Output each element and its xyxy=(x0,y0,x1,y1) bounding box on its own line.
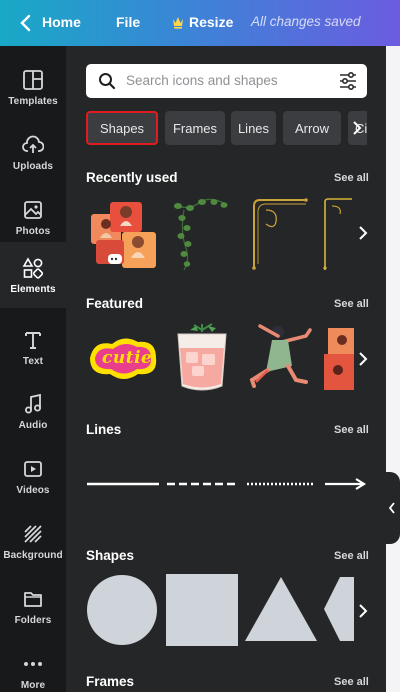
see-all-lines[interactable]: See all xyxy=(334,424,369,436)
section-title-lines: Lines xyxy=(86,422,122,437)
line-dashed[interactable] xyxy=(166,476,240,492)
rail-label: Photos xyxy=(15,226,51,237)
chevron-right-icon[interactable] xyxy=(356,223,370,243)
recent-corner-frame-gold[interactable] xyxy=(320,196,352,272)
shape-triangle[interactable] xyxy=(244,576,318,642)
rail-label: Folders xyxy=(14,615,52,626)
chevron-left-icon xyxy=(388,502,395,514)
category-chips: Shapes Frames Lines Arrow Circle xyxy=(86,110,367,148)
resize-button[interactable]: Resize xyxy=(189,14,233,30)
section-title-featured: Featured xyxy=(86,296,144,311)
featured-pink-cocktail[interactable] xyxy=(172,322,234,394)
collapse-panel-handle[interactable] xyxy=(384,472,400,544)
chip-frames[interactable]: Frames xyxy=(165,111,225,145)
filter-sliders-icon[interactable] xyxy=(338,72,358,90)
side-navigation-rail: Templates Uploads Photos Elements Text A… xyxy=(0,46,66,692)
chip-lines[interactable]: Lines xyxy=(231,111,276,145)
shape-square[interactable] xyxy=(166,574,238,646)
crown-icon xyxy=(173,17,183,29)
line-arrow[interactable] xyxy=(324,476,368,492)
more-dots-icon xyxy=(24,662,42,666)
shape-circle[interactable] xyxy=(86,574,158,646)
text-icon xyxy=(25,332,41,349)
folder-icon xyxy=(24,592,42,607)
rail-label: Elements xyxy=(10,284,56,295)
photo-icon xyxy=(24,201,42,219)
recent-ivy-vine[interactable] xyxy=(166,196,236,272)
cutie-sticker-text: cutie xyxy=(102,348,153,368)
section-title-recently-used: Recently used xyxy=(86,170,178,185)
see-all-featured[interactable]: See all xyxy=(334,298,369,310)
section-title-frames: Frames xyxy=(86,674,135,689)
canvas-edge xyxy=(386,46,400,692)
chevron-right-icon[interactable] xyxy=(350,118,364,138)
line-dotted[interactable] xyxy=(246,476,316,492)
see-all-shapes[interactable]: See all xyxy=(334,550,369,562)
rail-label: Audio xyxy=(18,420,48,431)
elements-icon xyxy=(22,257,44,279)
video-icon xyxy=(24,461,42,477)
rail-item-uploads[interactable]: Uploads xyxy=(0,119,66,183)
search-placeholder: Search icons and shapes xyxy=(126,73,278,88)
chevron-left-icon[interactable] xyxy=(18,13,34,33)
rail-item-text[interactable]: Text xyxy=(0,314,66,378)
search-input[interactable]: Search icons and shapes xyxy=(86,64,367,98)
rail-item-background[interactable]: Background xyxy=(0,508,66,572)
see-all-frames[interactable]: See all xyxy=(334,676,369,688)
recent-illustration-friends[interactable] xyxy=(88,196,160,272)
rail-item-folders[interactable]: Folders xyxy=(0,573,66,637)
shape-hexagon[interactable] xyxy=(324,576,354,642)
featured-dancing-woman[interactable] xyxy=(248,322,314,394)
featured-cutie-sticker[interactable]: cutie xyxy=(86,328,160,388)
rail-item-more[interactable]: More xyxy=(0,638,66,692)
elements-panel: Search icons and shapes Shapes Frames Li… xyxy=(66,46,386,692)
background-hatch-icon xyxy=(24,525,42,543)
top-bar: Home File Resize All changes saved xyxy=(0,0,400,46)
rail-label: Uploads xyxy=(12,161,54,172)
chevron-right-icon[interactable] xyxy=(356,349,370,369)
rail-label: More xyxy=(20,680,46,691)
chip-arrow[interactable]: Arrow xyxy=(283,111,341,145)
home-button[interactable]: Home xyxy=(42,14,81,30)
upload-cloud-icon xyxy=(22,135,44,153)
templates-icon xyxy=(23,70,43,90)
search-icon xyxy=(99,73,116,90)
chip-shapes[interactable]: Shapes xyxy=(86,111,158,145)
chevron-right-icon[interactable] xyxy=(356,601,370,621)
line-solid[interactable] xyxy=(86,476,160,492)
section-title-shapes: Shapes xyxy=(86,548,135,563)
rail-item-videos[interactable]: Videos xyxy=(0,443,66,507)
save-status-text: All changes saved xyxy=(251,14,361,29)
rail-label: Background xyxy=(3,550,63,561)
rail-item-elements[interactable]: Elements xyxy=(0,242,66,308)
rail-label: Templates xyxy=(8,96,58,107)
rail-item-audio[interactable]: Audio xyxy=(0,378,66,442)
recent-corner-ornament-gold[interactable] xyxy=(246,196,308,272)
rail-item-photos[interactable]: Photos xyxy=(0,184,66,248)
music-note-icon xyxy=(25,393,41,414)
see-all-recently-used[interactable]: See all xyxy=(334,172,369,184)
rail-item-templates[interactable]: Templates xyxy=(0,54,66,118)
featured-photo-collage[interactable] xyxy=(324,326,354,394)
file-menu-button[interactable]: File xyxy=(116,14,140,30)
rail-label: Text xyxy=(22,356,44,367)
rail-label: Videos xyxy=(16,485,50,496)
